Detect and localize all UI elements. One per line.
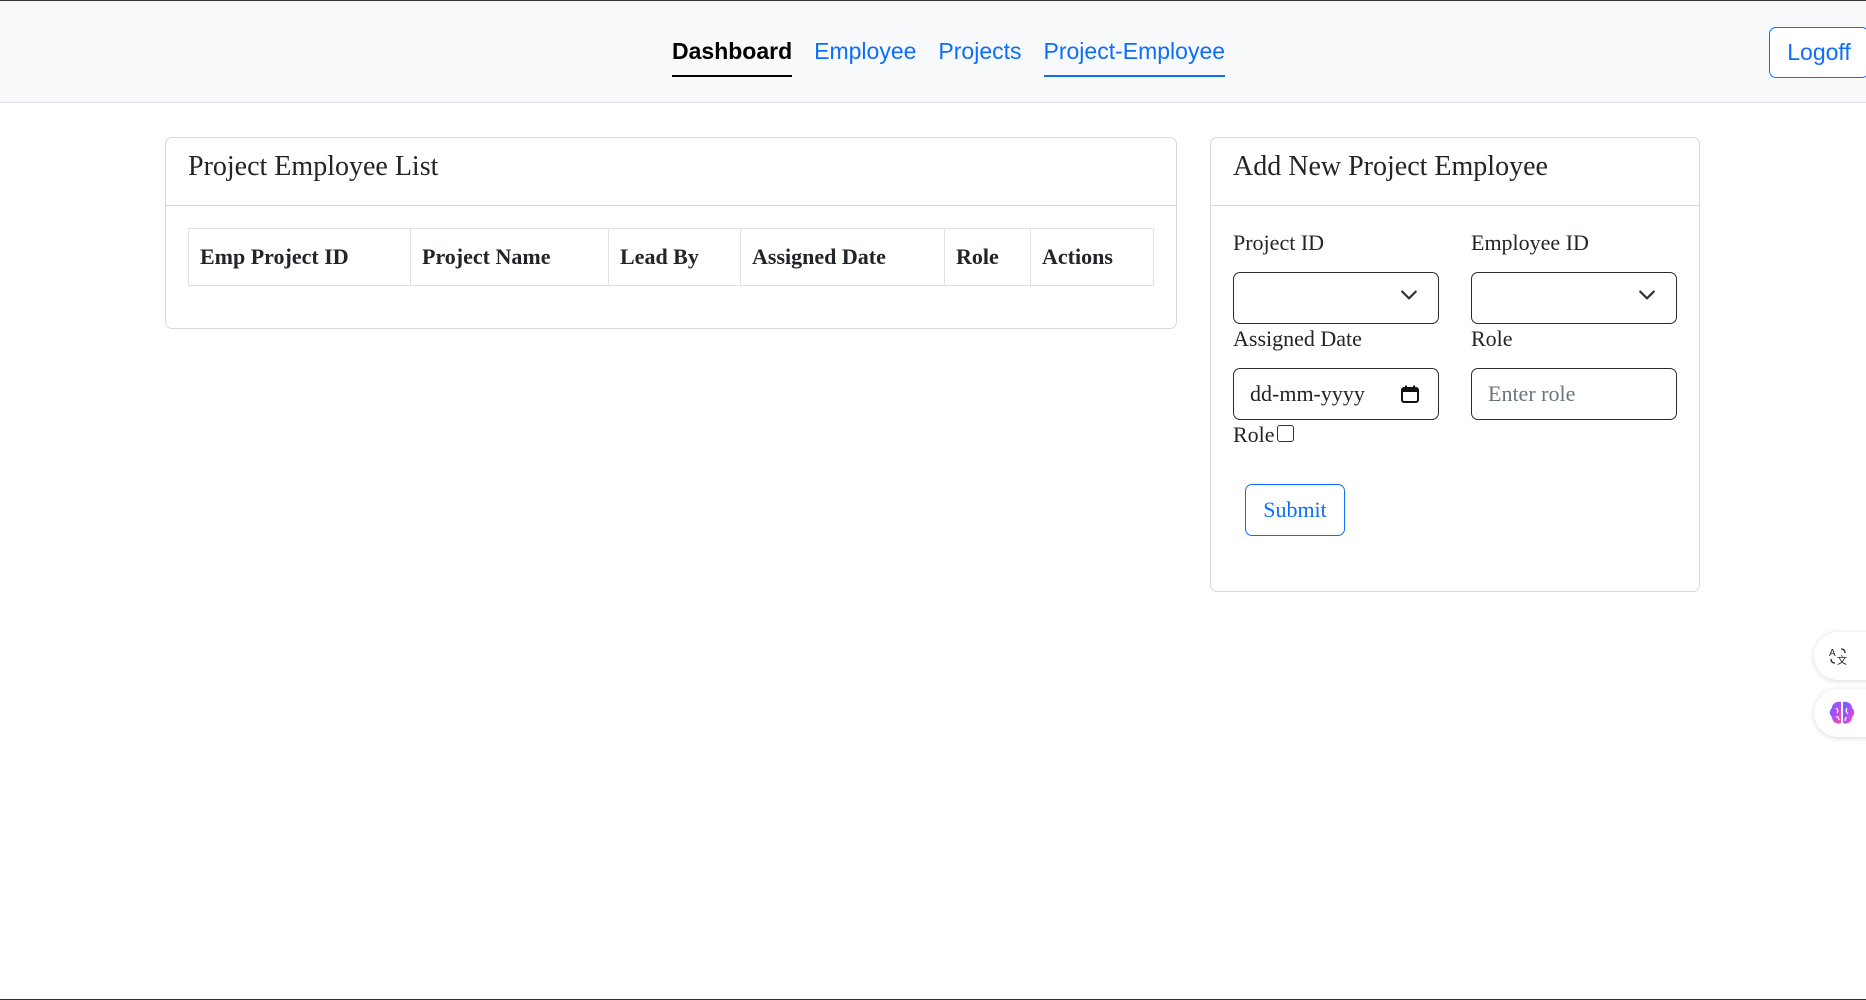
role-placeholder: Enter role	[1488, 381, 1576, 406]
role-label: Role	[1471, 326, 1513, 351]
column-header-lead-by: Lead By	[608, 228, 741, 286]
nav-link-project-employee[interactable]: Project-Employee	[1043, 38, 1226, 77]
nav-link-employee[interactable]: Employee	[814, 38, 916, 77]
column-header-actions: Actions	[1030, 228, 1154, 286]
list-card-title: Project Employee List	[166, 138, 1176, 206]
role-checkbox[interactable]	[1277, 425, 1294, 442]
assigned-date-placeholder: dd-mm-yyyy	[1250, 381, 1365, 406]
top-navbar: Dashboard Employee Projects Project-Empl…	[0, 1, 1866, 103]
nav-link-projects[interactable]: Projects	[938, 38, 1021, 77]
nav-link-dashboard[interactable]: Dashboard	[672, 38, 793, 77]
column-header-assigned-date: Assigned Date	[740, 228, 945, 286]
add-project-employee-card: Add New Project Employee Project ID Empl…	[1210, 137, 1700, 592]
employee-id-select[interactable]	[1471, 272, 1677, 324]
calendar-icon[interactable]	[1400, 384, 1420, 404]
role-input[interactable]: Enter role	[1471, 368, 1677, 420]
form-card-title: Add New Project Employee	[1211, 138, 1699, 206]
project-employee-list-card: Project Employee List Emp Project ID Pro…	[165, 137, 1177, 329]
submit-button[interactable]: Submit	[1245, 484, 1345, 536]
chevron-down-icon	[1401, 290, 1417, 300]
column-header-role: Role	[944, 228, 1031, 286]
chevron-down-icon	[1639, 290, 1655, 300]
project-id-select[interactable]	[1233, 272, 1439, 324]
translate-icon: A 文	[1829, 648, 1847, 666]
brain-icon	[1829, 701, 1855, 724]
translate-widget-button[interactable]: A 文	[1814, 632, 1866, 680]
column-header-emp-project-id: Emp Project ID	[188, 228, 411, 286]
logoff-button[interactable]: Logoff	[1769, 27, 1866, 78]
employee-id-label: Employee ID	[1471, 230, 1589, 255]
project-employee-table: Emp Project ID Project Name Lead By Assi…	[188, 228, 1154, 286]
table-header-row: Emp Project ID Project Name Lead By Assi…	[188, 228, 1154, 286]
svg-text:A: A	[1829, 648, 1836, 659]
column-header-project-name: Project Name	[410, 228, 609, 286]
assigned-date-label: Assigned Date	[1233, 326, 1362, 351]
project-id-label: Project ID	[1233, 230, 1325, 255]
nav-links: Dashboard Employee Projects Project-Empl…	[672, 38, 1226, 77]
ai-assistant-widget-button[interactable]	[1814, 689, 1866, 737]
assigned-date-input[interactable]: dd-mm-yyyy	[1233, 368, 1439, 420]
svg-text:文: 文	[1837, 654, 1847, 666]
role-checkbox-label: Role	[1233, 422, 1275, 447]
